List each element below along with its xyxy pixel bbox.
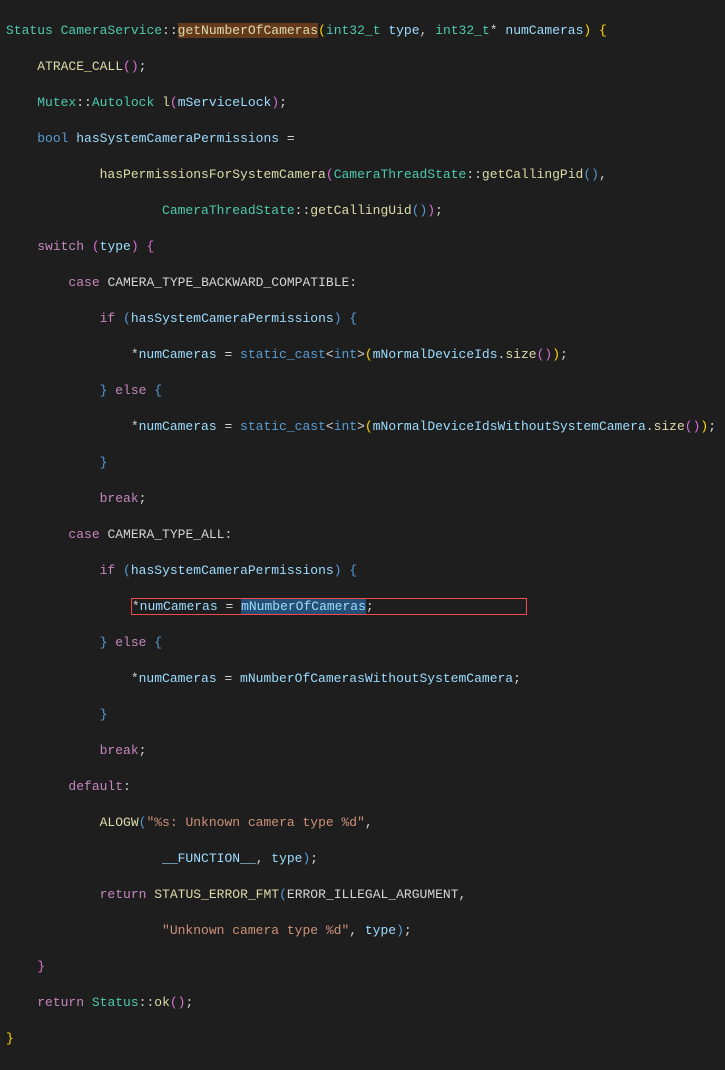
code-line: bool hasSystemCameraPermissions = <box>6 130 719 148</box>
token-fn: hasPermissionsForSystemCamera <box>100 167 326 182</box>
code-line: } <box>6 706 719 724</box>
token-kw: case <box>68 275 99 290</box>
token-var: mNormalDeviceIdsWithoutSystemCamera <box>373 419 646 434</box>
code-line: Status CameraService::getNumberOfCameras… <box>6 22 719 40</box>
code-line: Mutex::Autolock l(mServiceLock); <box>6 94 719 112</box>
token-kw: if <box>100 311 116 326</box>
code-line: hasPermissionsForSystemCamera(CameraThre… <box>6 166 719 184</box>
code-line: case CAMERA_TYPE_ALL: <box>6 526 719 544</box>
code-line: *numCameras = mNumberOfCameras; <box>6 598 719 616</box>
token-fn: ATRACE_CALL <box>37 59 123 74</box>
code-line: *numCameras = mNumberOfCamerasWithoutSys… <box>6 670 719 688</box>
code-line: default: <box>6 778 719 796</box>
token-kw: static_cast <box>240 419 326 434</box>
code-line: return STATUS_ERROR_FMT(ERROR_ILLEGAL_AR… <box>6 886 719 904</box>
token-var: hasSystemCameraPermissions <box>131 563 334 578</box>
token-var: numCameras <box>140 599 218 614</box>
token-type: CameraService <box>61 23 162 38</box>
token-fn: size <box>505 347 536 362</box>
code-line: ATRACE_CALL(); <box>6 58 719 76</box>
token-var: mNormalDeviceIds <box>373 347 498 362</box>
token-type: Status <box>6 23 53 38</box>
token-kw: static_cast <box>240 347 326 362</box>
code-line: return Status::ok(); <box>6 994 719 1012</box>
token-kw: default <box>68 779 123 794</box>
token-var: numCameras <box>505 23 583 38</box>
token-fn: getCallingUid <box>310 203 411 218</box>
token-fn: size <box>654 419 685 434</box>
token-const: ERROR_ILLEGAL_ARGUMENT <box>287 887 459 902</box>
token-kw: if <box>100 563 116 578</box>
token-const: CAMERA_TYPE_BACKWARD_COMPATIBLE <box>107 275 349 290</box>
token-type: int32_t <box>435 23 490 38</box>
token-type: Autolock <box>92 95 154 110</box>
token-type: Status <box>92 995 139 1010</box>
code-line: CameraThreadState::getCallingUid()); <box>6 202 719 220</box>
token-var: type <box>388 23 419 38</box>
token-var: mServiceLock <box>178 95 272 110</box>
code-line: *numCameras = static_cast<int>(mNormalDe… <box>6 346 719 364</box>
token-type: int <box>334 347 357 362</box>
token-type: int <box>334 419 357 434</box>
token-str: "%s: Unknown camera type %d" <box>146 815 364 830</box>
token-kw: break <box>100 743 139 758</box>
token-kw: else <box>115 383 146 398</box>
code-line: break; <box>6 490 719 508</box>
token-fn: STATUS_ERROR_FMT <box>154 887 279 902</box>
code-line: *numCameras = static_cast<int>(mNormalDe… <box>6 418 719 436</box>
token-kw: return <box>100 887 147 902</box>
code-line: "Unknown camera type %d", type); <box>6 922 719 940</box>
token-kw: switch <box>37 239 84 254</box>
code-line: } else { <box>6 634 719 652</box>
code-line: case CAMERA_TYPE_BACKWARD_COMPATIBLE: <box>6 274 719 292</box>
token-kw: bool <box>37 131 68 146</box>
token-const: CAMERA_TYPE_ALL <box>107 527 224 542</box>
token-fn: getCallingPid <box>482 167 583 182</box>
token-var: __FUNCTION__ <box>162 851 256 866</box>
token-type: CameraThreadState <box>162 203 295 218</box>
token-selected: mNumberOfCameras <box>241 599 366 614</box>
code-editor[interactable]: Status CameraService::getNumberOfCameras… <box>0 0 725 1070</box>
token-var: type <box>365 923 396 938</box>
token-fn: l <box>162 95 170 110</box>
token-kw: break <box>100 491 139 506</box>
code-line: ALOGW("%s: Unknown camera type %d", <box>6 814 719 832</box>
code-line: switch (type) { <box>6 238 719 256</box>
code-line: __FUNCTION__, type); <box>6 850 719 868</box>
token-type: int32_t <box>326 23 381 38</box>
token-var: hasSystemCameraPermissions <box>131 311 334 326</box>
code-line: if (hasSystemCameraPermissions) { <box>6 310 719 328</box>
code-line: } <box>6 454 719 472</box>
token-fn: ok <box>154 995 170 1010</box>
token-var: type <box>100 239 131 254</box>
token-var: numCameras <box>139 419 217 434</box>
token-var: numCameras <box>139 671 217 686</box>
code-line: } <box>6 1030 719 1048</box>
token-str: "Unknown camera type %d" <box>162 923 349 938</box>
token-type: Mutex <box>37 95 76 110</box>
token-kw: case <box>68 527 99 542</box>
token-kw: else <box>115 635 146 650</box>
token-fn-highlighted: getNumberOfCameras <box>178 23 318 38</box>
token-var: mNumberOfCamerasWithoutSystemCamera <box>240 671 513 686</box>
token-fn: ALOGW <box>100 815 139 830</box>
token-kw: return <box>37 995 84 1010</box>
token-var: hasSystemCameraPermissions <box>76 131 279 146</box>
code-line: break; <box>6 742 719 760</box>
code-line: } <box>6 958 719 976</box>
highlight-box: *numCameras = mNumberOfCameras; <box>131 598 527 615</box>
token-var: type <box>271 851 302 866</box>
code-line: } else { <box>6 382 719 400</box>
token-type: CameraThreadState <box>334 167 467 182</box>
token-var: numCameras <box>139 347 217 362</box>
